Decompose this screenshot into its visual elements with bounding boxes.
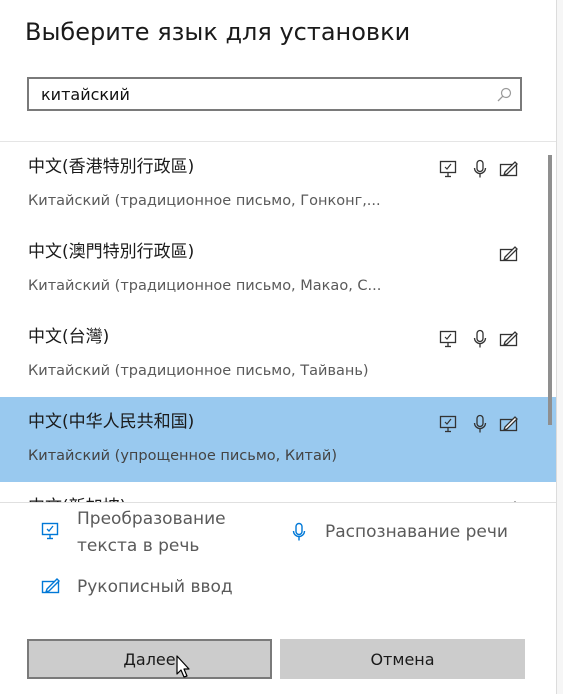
search-icon[interactable] [496, 87, 512, 103]
search-input[interactable]: китайский [41, 85, 130, 104]
microphone-icon [469, 413, 491, 435]
legend-divider [0, 502, 556, 503]
handwriting-icon [498, 328, 520, 350]
microphone-icon [469, 328, 491, 350]
handwriting-icon [498, 158, 520, 180]
language-dialog: Выберите язык для установки китайский 中文… [0, 0, 557, 694]
background-window-strip [557, 0, 563, 694]
list-scrollbar[interactable] [548, 155, 552, 425]
language-description: Китайский (упрощенное письмо, Китай) [28, 448, 337, 464]
language-name: 中文(台灣) [28, 327, 110, 347]
language-item-zh-tw[interactable]: 中文(台灣) Китайский (традиционное письмо, Т… [0, 312, 556, 397]
text-to-speech-icon [438, 158, 460, 180]
language-description: Китайский (традиционное письмо, Гонконг,… [28, 193, 381, 209]
dialog-title: Выберите язык для установки [25, 18, 411, 46]
handwriting-icon [498, 243, 520, 265]
text-to-speech-icon [438, 328, 460, 350]
mouse-cursor-icon [176, 655, 190, 678]
microphone-icon [469, 158, 491, 180]
legend-tts-label-line2: текста в речь [77, 536, 200, 556]
language-description: Китайский (традиционное письмо, Макао, С… [28, 278, 382, 294]
language-name: 中文(澳門特別行政區) [28, 242, 195, 262]
language-description: Китайский (традиционное письмо, Тайвань) [28, 363, 369, 379]
search-box[interactable]: китайский [27, 77, 522, 111]
language-item-zh-sg[interactable]: 中文(新加坡) [0, 482, 556, 502]
cancel-button[interactable]: Отмена [280, 639, 525, 679]
microphone-icon [288, 521, 310, 543]
next-button[interactable]: Далее [27, 639, 272, 679]
language-item-zh-cn[interactable]: 中文(中华人民共和国) Китайский (упрощенное письмо… [0, 397, 556, 482]
legend-handwriting-label: Рукописный ввод [77, 577, 233, 597]
handwriting-icon [498, 413, 520, 435]
language-item-zh-hk[interactable]: 中文(香港特別行政區) Китайский (традиционное пись… [0, 142, 556, 227]
language-name: 中文(新加坡) [28, 492, 126, 502]
language-name: 中文(香港特別行政區) [28, 157, 195, 177]
handwriting-icon [40, 575, 62, 597]
language-name: 中文(中华人民共和国) [28, 412, 195, 432]
language-item-zh-mo[interactable]: 中文(澳門特別行政區) Китайский (традиционное пись… [0, 227, 556, 312]
text-to-speech-icon [40, 520, 62, 542]
text-to-speech-icon [438, 413, 460, 435]
legend-tts-label: Преобразование [77, 509, 226, 529]
legend-speech-label: Распознавание речи [325, 522, 508, 542]
language-list: 中文(香港特別行政區) Китайский (традиционное пись… [0, 142, 556, 502]
